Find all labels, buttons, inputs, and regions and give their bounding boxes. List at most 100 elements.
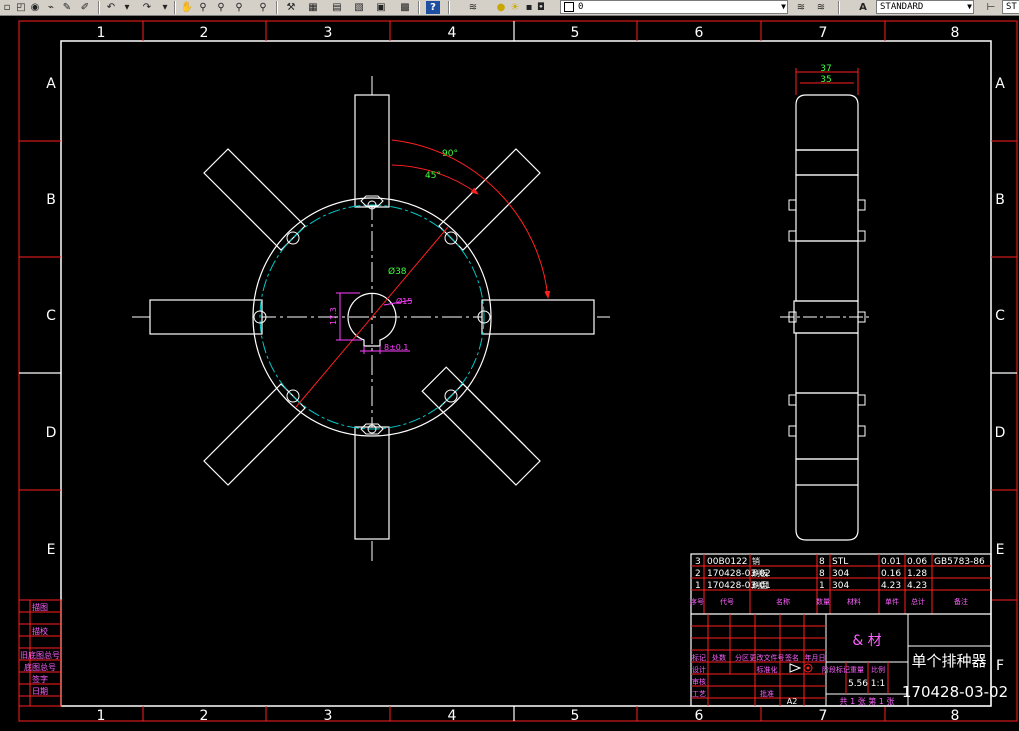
blade-upper-left[interactable] <box>203 148 306 251</box>
column-label: 7 <box>819 708 828 724</box>
chevron-down-icon[interactable]: ▼ <box>967 1 972 13</box>
new-file-icon[interactable]: ▫ <box>0 1 14 14</box>
column-label: 2 <box>200 25 209 41</box>
layer-manager-icon[interactable]: ≋ <box>466 1 480 14</box>
hole-diameter-label: Ø15 <box>396 296 412 306</box>
row-label: D <box>995 425 1006 441</box>
open-file-icon[interactable]: ◰ <box>14 1 28 14</box>
make-layer-current-icon[interactable]: ≋ <box>794 1 808 14</box>
toolbar-separator <box>448 1 450 14</box>
side-view[interactable]: 37 35 <box>780 64 872 541</box>
row-label: D <box>46 425 57 441</box>
pan-icon[interactable]: ✋ <box>180 1 194 14</box>
sheet-outer-border <box>18 20 1018 722</box>
angle-45-label: 45° <box>425 171 441 181</box>
zoom-window-icon[interactable]: ⚲ <box>214 1 228 14</box>
column-label: 4 <box>448 708 457 724</box>
text-style-value: STANDARD <box>880 2 924 12</box>
layer-on-bulb-icon[interactable]: ● <box>494 1 508 14</box>
column-label: 7 <box>819 25 828 41</box>
save-icon[interactable]: ◉ <box>28 1 42 14</box>
row-label: B <box>46 192 56 208</box>
layer-previous-icon[interactable]: ≋ <box>814 1 828 14</box>
markup-icon[interactable]: ▣ <box>374 1 388 14</box>
blade-lower-left[interactable] <box>203 383 306 486</box>
scale-value: 1:1 <box>871 679 885 689</box>
row-label: C <box>995 308 1005 324</box>
parts-header: 代号 <box>720 597 734 606</box>
drawing-code: 170428-03-02 <box>902 683 1008 701</box>
toolbar-separator <box>418 1 420 14</box>
angle-90-label: 90° <box>442 149 458 159</box>
text-style-icon[interactable]: A <box>856 1 870 14</box>
layer-freeze-sun-icon[interactable]: ☀ <box>508 1 522 14</box>
sheet-set-icon[interactable]: ▧ <box>352 1 366 14</box>
pencil-icon[interactable]: ✎ <box>60 1 74 14</box>
toolbar-separator <box>98 1 100 14</box>
parts-header: 数量 <box>816 597 830 606</box>
layer-color-icon[interactable]: ◘ <box>534 1 548 14</box>
help-icon[interactable]: ? <box>426 1 440 14</box>
model-space-canvas[interactable]: 1 2 3 4 5 6 7 8 1 2 3 4 5 6 7 8 A B C D … <box>0 16 1019 731</box>
row-label: B <box>995 192 1005 208</box>
column-label: 6 <box>695 25 704 41</box>
part-note: GB5783-86 <box>934 557 985 567</box>
title-label: 批准 <box>760 689 774 698</box>
key-width-label: 8±0.1 <box>384 343 409 352</box>
part-code: 00B0122 <box>707 557 748 567</box>
zoom-extents-icon[interactable]: ⚲ <box>256 1 270 14</box>
properties-icon[interactable]: ⚒ <box>284 1 298 14</box>
part-material: STL <box>832 557 848 567</box>
strip-label: 日期 <box>32 687 48 696</box>
row-label: F <box>996 658 1004 674</box>
part-material: 304 <box>832 569 849 579</box>
blade-bottom[interactable] <box>354 426 390 540</box>
column-label: 8 <box>951 25 960 41</box>
strip-label: 签字 <box>32 674 48 684</box>
part-material: 304 <box>832 581 849 591</box>
blade-left[interactable] <box>149 299 263 335</box>
front-view[interactable]: 90° 45° Ø38 17.3 8±0.1 Ø15 <box>132 76 610 563</box>
tool-palettes-icon[interactable]: ▤ <box>330 1 344 14</box>
title-label: 比例 <box>871 665 885 674</box>
blade-top[interactable] <box>354 94 390 208</box>
layer-select[interactable]: 0 ▼ <box>560 0 788 14</box>
column-label: 1 <box>97 25 106 41</box>
title-label: 分区 <box>735 653 749 662</box>
dim-style-select[interactable]: ST <box>1002 0 1019 14</box>
width-35-label: 35 <box>820 75 831 85</box>
title-label: 签名 <box>785 653 799 662</box>
zoom-previous-icon[interactable]: ⚲ <box>232 1 246 14</box>
title-label: 年月日 <box>805 653 826 662</box>
zoom-realtime-icon[interactable]: ⚲ <box>196 1 210 14</box>
part-name: 刷盘 <box>752 580 768 590</box>
centering-marks <box>19 21 1017 721</box>
drawing-name: 单个排种器 <box>911 652 986 670</box>
blade-upper-right[interactable] <box>438 148 541 251</box>
left-record-strip: 描图 描校 旧底图总号 底图总号 签字 日期 <box>18 599 62 707</box>
text-style-select[interactable]: STANDARD ▼ <box>876 0 974 14</box>
chevron-down-icon[interactable]: ▼ <box>781 1 786 13</box>
title-label: 审核 <box>692 677 706 686</box>
row-label: E <box>996 542 1005 558</box>
row-label: E <box>47 542 56 558</box>
dimension-style-icon[interactable]: ⊢ <box>984 1 998 14</box>
title-label: 重量 <box>850 666 864 674</box>
match-properties-icon[interactable]: ✐ <box>78 1 92 14</box>
blade-right[interactable] <box>481 299 595 335</box>
undo-dropdown-icon[interactable]: ▾ <box>120 1 134 14</box>
redo-dropdown-icon[interactable]: ▾ <box>158 1 172 14</box>
print-icon[interactable]: ⌁ <box>44 1 58 14</box>
redo-icon[interactable]: ↷ <box>140 1 154 14</box>
dim-style-value: ST <box>1006 2 1017 12</box>
strip-label: 描校 <box>32 626 48 636</box>
column-label: 5 <box>571 708 580 724</box>
calculator-icon[interactable]: ▩ <box>398 1 412 14</box>
parts-header: 备注 <box>954 597 968 606</box>
part-qty: 1 <box>819 581 825 591</box>
blade-lower-right[interactable] <box>438 383 541 486</box>
design-center-icon[interactable]: ▦ <box>306 1 320 14</box>
undo-icon[interactable]: ↶ <box>104 1 118 14</box>
column-label: 2 <box>200 708 209 724</box>
column-label: 1 <box>97 708 106 724</box>
